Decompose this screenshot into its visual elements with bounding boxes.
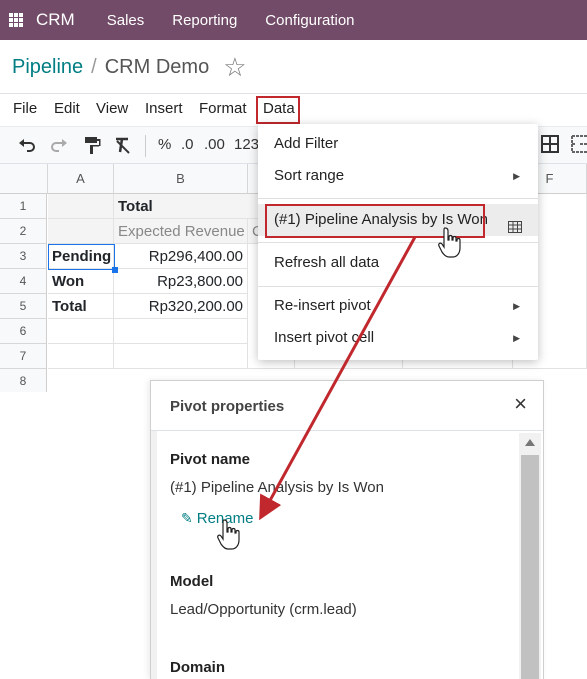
decrease-decimal-button[interactable]: .0 [181,135,194,155]
row-header-2[interactable]: 2 [0,219,47,244]
cell-a2[interactable] [48,219,114,244]
borders-icon[interactable] [541,135,559,159]
menu-item-reinsert-pivot[interactable]: Re-insert pivot ▶ [258,290,538,322]
menu-item-insert-pivot-cell[interactable]: Insert pivot cell ▶ [258,322,538,354]
pivot-properties-panel: Pivot properties × Pivot name (#1) Pipel… [150,380,544,679]
row-header-5[interactable]: 5 [0,294,47,319]
cell-b7[interactable] [114,344,248,369]
selected-cell-outline [48,244,115,270]
row-header-7[interactable]: 7 [0,344,47,369]
cell-a4[interactable]: Won [48,269,114,294]
add-filter-label: Add Filter [274,135,339,152]
breadcrumb-pipeline[interactable]: Pipeline [12,56,83,79]
menu-item-refresh[interactable]: Refresh all data [258,247,538,279]
menu-insert[interactable]: Insert [145,100,183,117]
model-value: Lead/Opportunity (crm.lead) [170,601,357,618]
menu-edit[interactable]: Edit [54,100,80,117]
increase-decimal-button[interactable]: .00 [204,135,225,155]
cell-a6[interactable] [48,319,114,344]
menu-item-sort-range[interactable]: Sort range ▶ [258,160,538,192]
sort-range-label: Sort range [274,167,345,184]
submenu-arrow-icon: ▶ [513,301,520,311]
scrollbar-thumb[interactable] [521,455,539,679]
nav-configuration[interactable]: Configuration [265,12,354,29]
clear-format-icon[interactable] [113,135,133,161]
redo-icon[interactable] [49,135,69,161]
percent-format-button[interactable]: % [158,135,171,155]
data-menu-highlight-box [256,96,300,124]
panel-left-scroll-strip [151,431,157,679]
menu-separator [258,242,538,243]
scroll-up-arrow-icon[interactable] [525,439,535,446]
divider [0,93,587,94]
merge-cells-icon[interactable] [571,135,587,159]
domain-label: Domain [170,659,226,676]
breadcrumb: Pipeline / CRM Demo ☆ [12,52,247,82]
panel-scrollbar[interactable] [519,433,541,679]
cell-b4[interactable]: Rp23,800.00 [114,269,248,294]
more-formats-button[interactable]: 123 [234,135,259,155]
submenu-arrow-icon: ▶ [513,171,520,181]
row-header-1[interactable]: 1 [0,194,47,219]
selection-fill-handle[interactable] [112,267,118,273]
app-name[interactable]: CRM [36,10,75,30]
panel-title: Pivot properties [170,398,285,415]
nav-sales[interactable]: Sales [107,12,145,29]
refresh-label: Refresh all data [274,254,380,271]
cell-b2[interactable]: Expected Revenue [114,219,248,244]
pivot-item-highlight-box [265,204,485,238]
cell-b5[interactable]: Rp320,200.00 [114,294,248,319]
close-icon[interactable]: × [514,393,527,415]
reinsert-pivot-label: Re-insert pivot [274,297,371,314]
grid-corner[interactable] [0,164,48,194]
row-header-3[interactable]: 3 [0,244,47,269]
pivot-table-icon [508,213,522,245]
rename-button[interactable]: ✎ Rename [181,510,253,527]
pencil-icon: ✎ [181,510,193,526]
pivot-name-value: (#1) Pipeline Analysis by Is Won [170,479,384,496]
breadcrumb-current[interactable]: CRM Demo [105,56,209,79]
paint-format-icon[interactable] [83,135,101,161]
menu-format[interactable]: Format [199,100,247,117]
undo-icon[interactable] [17,135,37,161]
cell-a1[interactable] [48,194,114,219]
row-header-4[interactable]: 4 [0,269,47,294]
submenu-arrow-icon: ▶ [513,333,520,343]
star-icon[interactable]: ☆ [223,54,246,80]
rename-label: Rename [196,510,254,527]
menu-view[interactable]: View [96,100,128,117]
row-header-8[interactable]: 8 [0,369,47,392]
top-navbar: CRM Sales Reporting Configuration [0,0,587,40]
row-header-6[interactable]: 6 [0,319,47,344]
toolbar-separator [145,135,146,157]
data-menu-dropdown: Add Filter Sort range ▶ (#1) Pipeline An… [258,124,538,360]
pivot-name-label: Pivot name [170,451,251,468]
model-label: Model [170,573,214,590]
breadcrumb-separator: / [91,55,97,78]
menu-file[interactable]: File [13,100,37,117]
menu-separator [258,286,538,287]
column-header-a[interactable]: A [48,164,114,194]
cell-b6[interactable] [114,319,248,344]
menu-item-add-filter[interactable]: Add Filter [258,128,538,160]
panel-header: Pivot properties × [151,381,543,431]
column-header-b[interactable]: B [114,164,248,194]
menu-separator [258,198,538,199]
insert-pivot-cell-label: Insert pivot cell [274,329,375,346]
cell-a7[interactable] [48,344,114,369]
nav-reporting[interactable]: Reporting [172,12,237,29]
apps-grid-icon[interactable] [9,13,23,27]
cell-b3[interactable]: Rp296,400.00 [114,244,248,269]
cell-a5[interactable]: Total [48,294,114,319]
